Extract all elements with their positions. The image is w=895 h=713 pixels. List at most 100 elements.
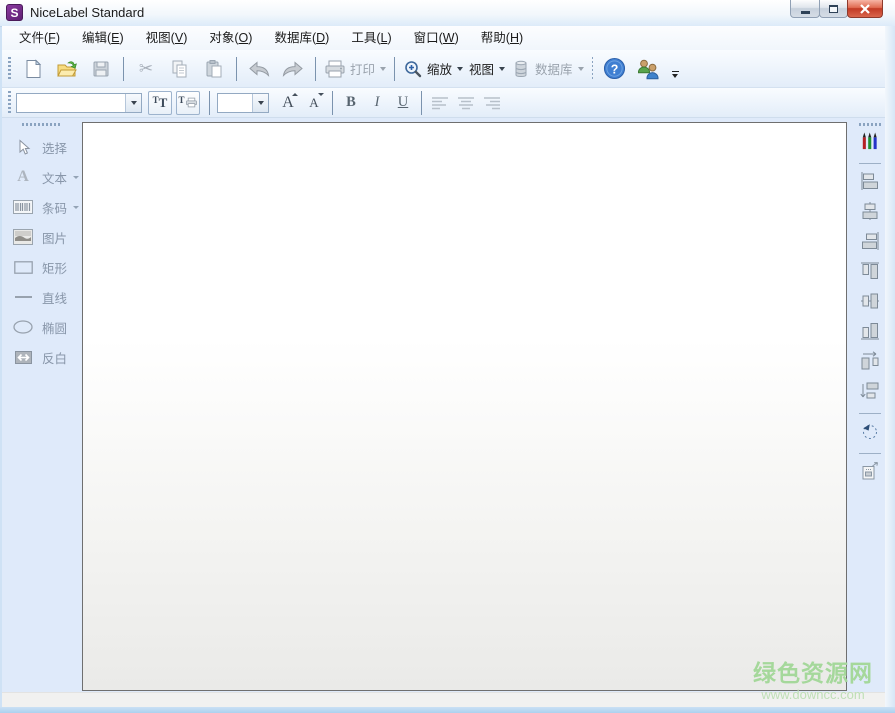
bold-label: B — [346, 94, 356, 111]
database-label: 数据库 — [535, 59, 573, 78]
tool-select[interactable]: 选择 — [2, 132, 82, 162]
printer-small-icon — [185, 97, 198, 108]
align-center-vertical-button[interactable] — [859, 200, 881, 222]
workspace: 选择 A 文本 条码 — [2, 118, 885, 692]
font-name-combobox — [16, 93, 142, 113]
menu-tools[interactable]: 工具(L) — [340, 28, 402, 48]
app-window: S NiceLabel Standard 文件(F) 编辑(E) 视图(V) 对… — [0, 0, 895, 713]
menu-window[interactable]: 窗口(W) — [403, 28, 470, 48]
open-button[interactable] — [50, 55, 84, 83]
align-right-icon — [859, 230, 881, 252]
underline-button[interactable]: U — [390, 90, 416, 116]
close-icon — [859, 4, 871, 14]
tool-picture[interactable]: 图片 — [2, 222, 82, 252]
menu-database[interactable]: 数据库(D) — [263, 28, 340, 48]
rotate-button[interactable] — [859, 420, 881, 442]
minimize-icon — [801, 11, 810, 14]
menu-help[interactable]: 帮助(H) — [470, 28, 534, 48]
toolbar-separator-dotted — [592, 57, 593, 81]
caret-up-icon — [292, 93, 298, 96]
view-button[interactable]: 视图 — [466, 55, 508, 83]
toolbar-grip[interactable] — [8, 91, 11, 115]
toolbox-grip[interactable] — [22, 123, 62, 126]
database-button[interactable]: 数据库 — [508, 55, 587, 83]
maximize-icon — [829, 5, 838, 13]
bold-button[interactable]: B — [338, 90, 364, 116]
menu-file[interactable]: 文件(F) — [8, 28, 71, 48]
cut-scissors-icon: ✂ — [139, 59, 153, 79]
magnifier-zoom-icon — [403, 59, 423, 79]
font-grow-label: A — [282, 94, 294, 112]
print-button[interactable]: 打印 — [321, 55, 389, 83]
paste-button[interactable] — [197, 55, 231, 83]
font-size-dropdown-button[interactable] — [252, 94, 268, 112]
database-dropdown-caret-icon — [578, 67, 584, 71]
maximize-button[interactable] — [819, 0, 848, 18]
printer-fonts-button[interactable]: T — [176, 91, 200, 115]
distribute-horizontal-button[interactable] — [859, 350, 881, 372]
tool-line[interactable]: 直线 — [2, 282, 82, 312]
fit-page-icon — [859, 460, 881, 482]
align-top-button[interactable] — [859, 260, 881, 282]
align-bottom-icon — [859, 320, 881, 342]
titlebar: S NiceLabel Standard — [0, 0, 895, 27]
font-name-dropdown-button[interactable] — [125, 94, 141, 112]
fit-page-button[interactable] — [859, 460, 881, 482]
toolbar-grip[interactable] — [8, 57, 11, 81]
tool-ellipse[interactable]: 椭圆 — [2, 312, 82, 342]
align-text-center-button[interactable] — [453, 90, 479, 116]
font-size-combobox — [217, 93, 269, 113]
menu-edit[interactable]: 编辑(E) — [71, 28, 135, 48]
toolbar-separator — [394, 57, 395, 81]
help-button[interactable]: ? — [598, 55, 632, 83]
copy-button[interactable] — [163, 55, 197, 83]
save-button[interactable] — [84, 55, 118, 83]
align-text-left-button[interactable] — [427, 90, 453, 116]
main-toolbar: ✂ — [2, 50, 885, 88]
database-cylinder-icon — [511, 59, 531, 79]
menubar: 文件(F) 编辑(E) 视图(V) 对象(O) 数据库(D) 工具(L) 窗口(… — [2, 26, 885, 50]
align-left-button[interactable] — [859, 170, 881, 192]
font-size-input[interactable] — [218, 94, 252, 112]
zoom-button[interactable]: 缩放 — [400, 55, 466, 83]
printer-icon — [324, 59, 346, 79]
rectangle-icon — [11, 261, 35, 274]
align-middle-button[interactable] — [859, 290, 881, 312]
increase-font-button[interactable]: A — [275, 90, 301, 116]
menu-view[interactable]: 视图(V) — [135, 28, 199, 48]
minimize-button[interactable] — [790, 0, 820, 18]
redo-arrow-icon — [281, 61, 305, 77]
tool-inverse[interactable]: 反白 — [2, 342, 82, 372]
italic-button[interactable]: I — [364, 90, 390, 116]
truetype-fonts-button[interactable]: T T — [148, 91, 172, 115]
label-design-canvas[interactable] — [82, 122, 847, 691]
users-button[interactable] — [632, 55, 666, 83]
align-left-icon — [859, 170, 881, 192]
toolbox-grip[interactable] — [859, 123, 881, 126]
align-right-button[interactable] — [859, 230, 881, 252]
distribute-horizontal-icon — [859, 350, 881, 372]
tool-barcode[interactable]: 条码 — [2, 192, 82, 222]
font-name-input[interactable] — [17, 94, 125, 112]
align-text-right-button[interactable] — [479, 90, 505, 116]
undo-button[interactable] — [242, 55, 276, 83]
toolbox-separator — [859, 453, 881, 454]
tool-text[interactable]: A 文本 — [2, 162, 82, 192]
align-bottom-button[interactable] — [859, 320, 881, 342]
variable-colors-button[interactable] — [859, 130, 881, 152]
toolbar-separator — [236, 57, 237, 81]
new-button[interactable] — [16, 55, 50, 83]
close-button[interactable] — [847, 0, 883, 18]
toolbar-overflow-button[interactable] — [672, 71, 679, 79]
copy-icon — [170, 59, 190, 79]
ellipse-icon — [11, 320, 35, 334]
distribute-vertical-button[interactable] — [859, 380, 881, 402]
svg-text:?: ? — [611, 62, 619, 76]
app-logo-icon: S — [6, 4, 23, 21]
toolbar-separator — [421, 91, 422, 115]
menu-object[interactable]: 对象(O) — [198, 28, 263, 48]
cut-button[interactable]: ✂ — [129, 55, 163, 83]
decrease-font-button[interactable]: A — [301, 90, 327, 116]
redo-button[interactable] — [276, 55, 310, 83]
tool-rectangle[interactable]: 矩形 — [2, 252, 82, 282]
